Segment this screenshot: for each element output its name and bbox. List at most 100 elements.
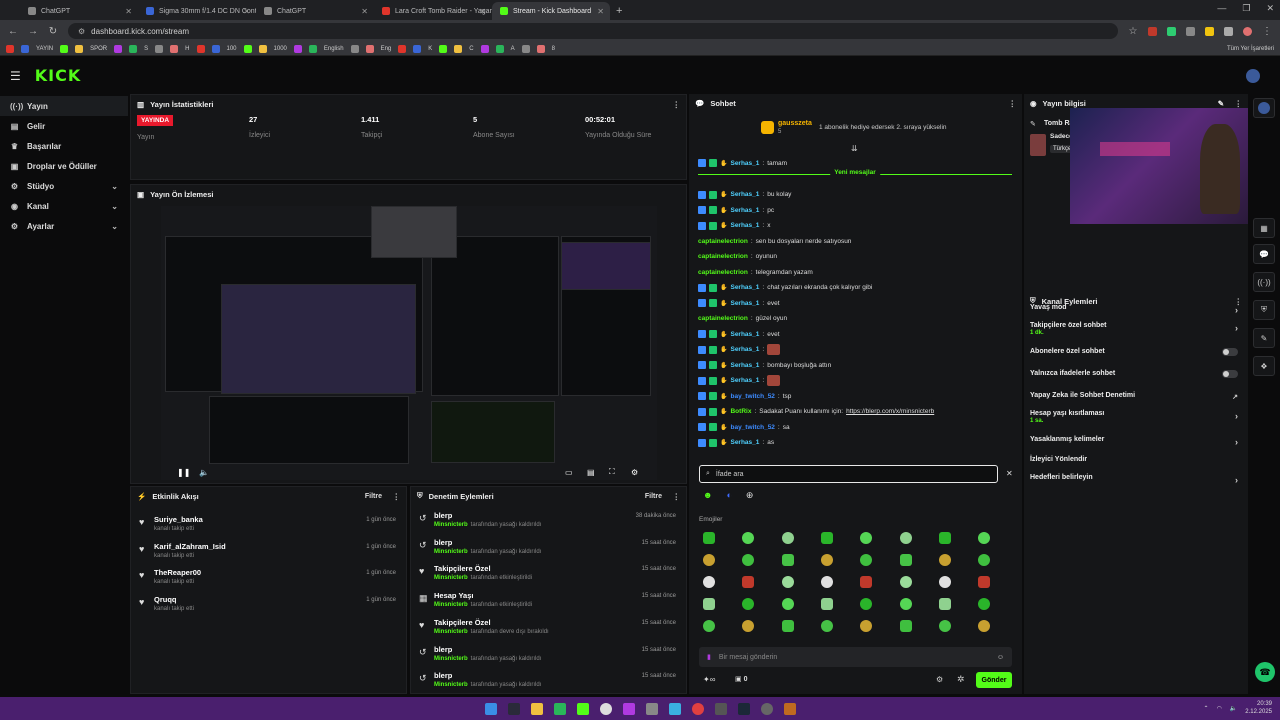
chat-username[interactable]: bay_twitch_52	[730, 424, 774, 431]
chat-username[interactable]: captainelectrion	[698, 238, 748, 245]
emote-icon[interactable]	[742, 598, 755, 610]
chat-username[interactable]: bay_twitch_52	[730, 393, 774, 400]
pause-icon[interactable]: ❚❚	[177, 468, 190, 477]
bookmark[interactable]: S	[144, 46, 148, 52]
emote-icon[interactable]	[860, 576, 873, 588]
bookmark-icon[interactable]	[365, 44, 374, 53]
chat-settings-icon[interactable]: ⚙	[936, 675, 943, 684]
bookmark-icon[interactable]	[243, 44, 252, 53]
emote-icon[interactable]	[820, 598, 833, 610]
wifi-icon[interactable]: ◠	[1217, 705, 1222, 712]
fullscreen-icon[interactable]: ⛶	[609, 467, 615, 477]
tab-close-icon[interactable]: ✕	[125, 7, 132, 16]
moderation-target[interactable]: blerp	[434, 671, 452, 680]
search-taskbar-icon[interactable]	[507, 702, 520, 715]
emote-icon[interactable]	[781, 532, 794, 544]
rail-button-icon[interactable]: ▦	[1253, 218, 1275, 238]
obs-icon[interactable]	[599, 702, 612, 715]
chat-username[interactable]: Serhas_1	[730, 207, 759, 214]
bookmark-icon[interactable]	[129, 44, 138, 53]
bookmark[interactable]: 1000	[274, 46, 287, 52]
more-icon[interactable]: ⋮	[393, 492, 401, 501]
minimize-icon[interactable]: —	[1217, 3, 1226, 14]
new-tab-button[interactable]: +	[610, 2, 628, 20]
extension-icon[interactable]	[1186, 26, 1195, 36]
emote-icon[interactable]	[742, 576, 755, 588]
url-field[interactable]: ⚙ dashboard.kick.com/stream	[68, 23, 1118, 39]
emote-icon[interactable]	[938, 532, 951, 544]
emote-icon[interactable]	[742, 532, 755, 544]
message-input[interactable]: ▮ Bir mesaj gönderin ☺	[699, 647, 1012, 667]
emote-icon[interactable]	[860, 598, 873, 610]
chat-username[interactable]: Serhas_1	[730, 377, 759, 384]
tab-close-icon[interactable]: ✕	[479, 7, 486, 16]
file-explorer-icon[interactable]	[530, 702, 543, 715]
activity-user[interactable]: Qruqq	[154, 595, 177, 604]
moderation-target[interactable]: Hesap Yaşı	[434, 591, 473, 600]
bookmark-icon[interactable]	[398, 44, 407, 53]
bookmark[interactable]: Eng	[381, 46, 392, 52]
channel-action-4[interactable]: Yalnızca ifadelerle sohbet	[1030, 370, 1238, 388]
bookmark-icon[interactable]	[155, 44, 164, 53]
bookmark-icon[interactable]	[480, 44, 489, 53]
moderator-name[interactable]: Minsnicterb	[434, 682, 468, 688]
emote-icon[interactable]	[820, 620, 833, 632]
bookmark-icon[interactable]	[536, 44, 545, 53]
emote-icon[interactable]	[860, 620, 873, 632]
moderation-target[interactable]: blerp	[434, 645, 452, 654]
extensions-icon[interactable]	[1224, 26, 1233, 36]
reload-icon[interactable]: ↻	[48, 26, 58, 37]
channel-action-8[interactable]: İzleyici Yönlendir	[1030, 456, 1238, 474]
moderation-target[interactable]: Takipçilere Özel	[434, 564, 491, 573]
forward-icon[interactable]: →	[28, 26, 38, 37]
bookmark-icon[interactable]	[308, 44, 317, 53]
moderation-target[interactable]: Takipçilere Özel	[434, 618, 491, 627]
chat-username[interactable]: Serhas_1	[730, 300, 759, 307]
bookmark-icon[interactable]	[170, 44, 179, 53]
bookmark[interactable]: A	[511, 46, 515, 52]
more-icon[interactable]: ⋮	[1009, 99, 1017, 108]
channel-action-6[interactable]: Hesap yaşı kısıtlaması 1 sa. ›	[1030, 410, 1238, 428]
theater-icon[interactable]: ▤	[587, 468, 595, 477]
bookmark-icon[interactable]	[495, 44, 504, 53]
scroll-down-icon[interactable]: ⇊	[851, 144, 858, 153]
bookmark[interactable]: K	[428, 46, 432, 52]
sidebar-item-5[interactable]: ⚙ Stüdyo ⌄	[0, 176, 128, 196]
toggle-switch[interactable]	[1222, 348, 1238, 356]
channel-action-9[interactable]: Hedefleri belirleyin ›	[1030, 474, 1238, 492]
rail-apps-icon[interactable]: ❖	[1253, 356, 1275, 376]
bookmark-icon[interactable]	[258, 44, 267, 53]
kick-app-icon[interactable]	[576, 702, 589, 715]
browser-tab[interactable]: Stream - Kick Dashboard ✕	[492, 2, 610, 20]
rail-shield-icon[interactable]: ⛨	[1253, 300, 1275, 320]
moderation-target[interactable]: blerp	[434, 511, 452, 520]
volume-icon[interactable]: 🔈	[199, 468, 209, 477]
emote-icon[interactable]	[978, 532, 991, 544]
bookmark[interactable]: 100	[227, 46, 237, 52]
menu-icon[interactable]: ⋮	[1262, 26, 1272, 37]
send-button[interactable]: Gönder	[976, 672, 1012, 688]
emoji-icon[interactable]: ☺	[997, 654, 1004, 661]
pip-icon[interactable]: ▭	[565, 468, 573, 477]
sidebar-item-3[interactable]: ♛ Başarılar	[0, 136, 128, 156]
emote-search-input[interactable]: ⌕ İfade ara	[699, 465, 998, 483]
emote-icon[interactable]	[899, 532, 912, 544]
channel-action-1[interactable]: Yavaş mod ›	[1030, 304, 1238, 322]
chat-username[interactable]: Serhas_1	[730, 346, 759, 353]
channel-action-2[interactable]: Takipçilere özel sohbet 1 dk. ›	[1030, 322, 1238, 340]
bookmark[interactable]: YAYIN	[36, 46, 53, 52]
emote-icon[interactable]	[978, 598, 991, 610]
moderation-target[interactable]: blerp	[434, 538, 452, 547]
bookmark-icon[interactable]	[350, 44, 359, 53]
chat-username[interactable]: Serhas_1	[730, 362, 759, 369]
bookmark-icon[interactable]	[6, 44, 14, 53]
chat-username[interactable]: Serhas_1	[730, 160, 759, 167]
emote-icon[interactable]	[820, 532, 833, 544]
help-chat-icon[interactable]: ☎	[1255, 662, 1275, 682]
sidebar-item-2[interactable]: ▤ Gelir	[0, 116, 128, 136]
emote-icon[interactable]	[703, 532, 715, 544]
emote-tab-global-icon[interactable]: ⊕	[746, 490, 754, 504]
chat-username[interactable]: Serhas_1	[730, 331, 759, 338]
emote-tab-kick-icon[interactable]: ☻	[703, 490, 712, 504]
bookmark-icon[interactable]	[114, 44, 123, 53]
